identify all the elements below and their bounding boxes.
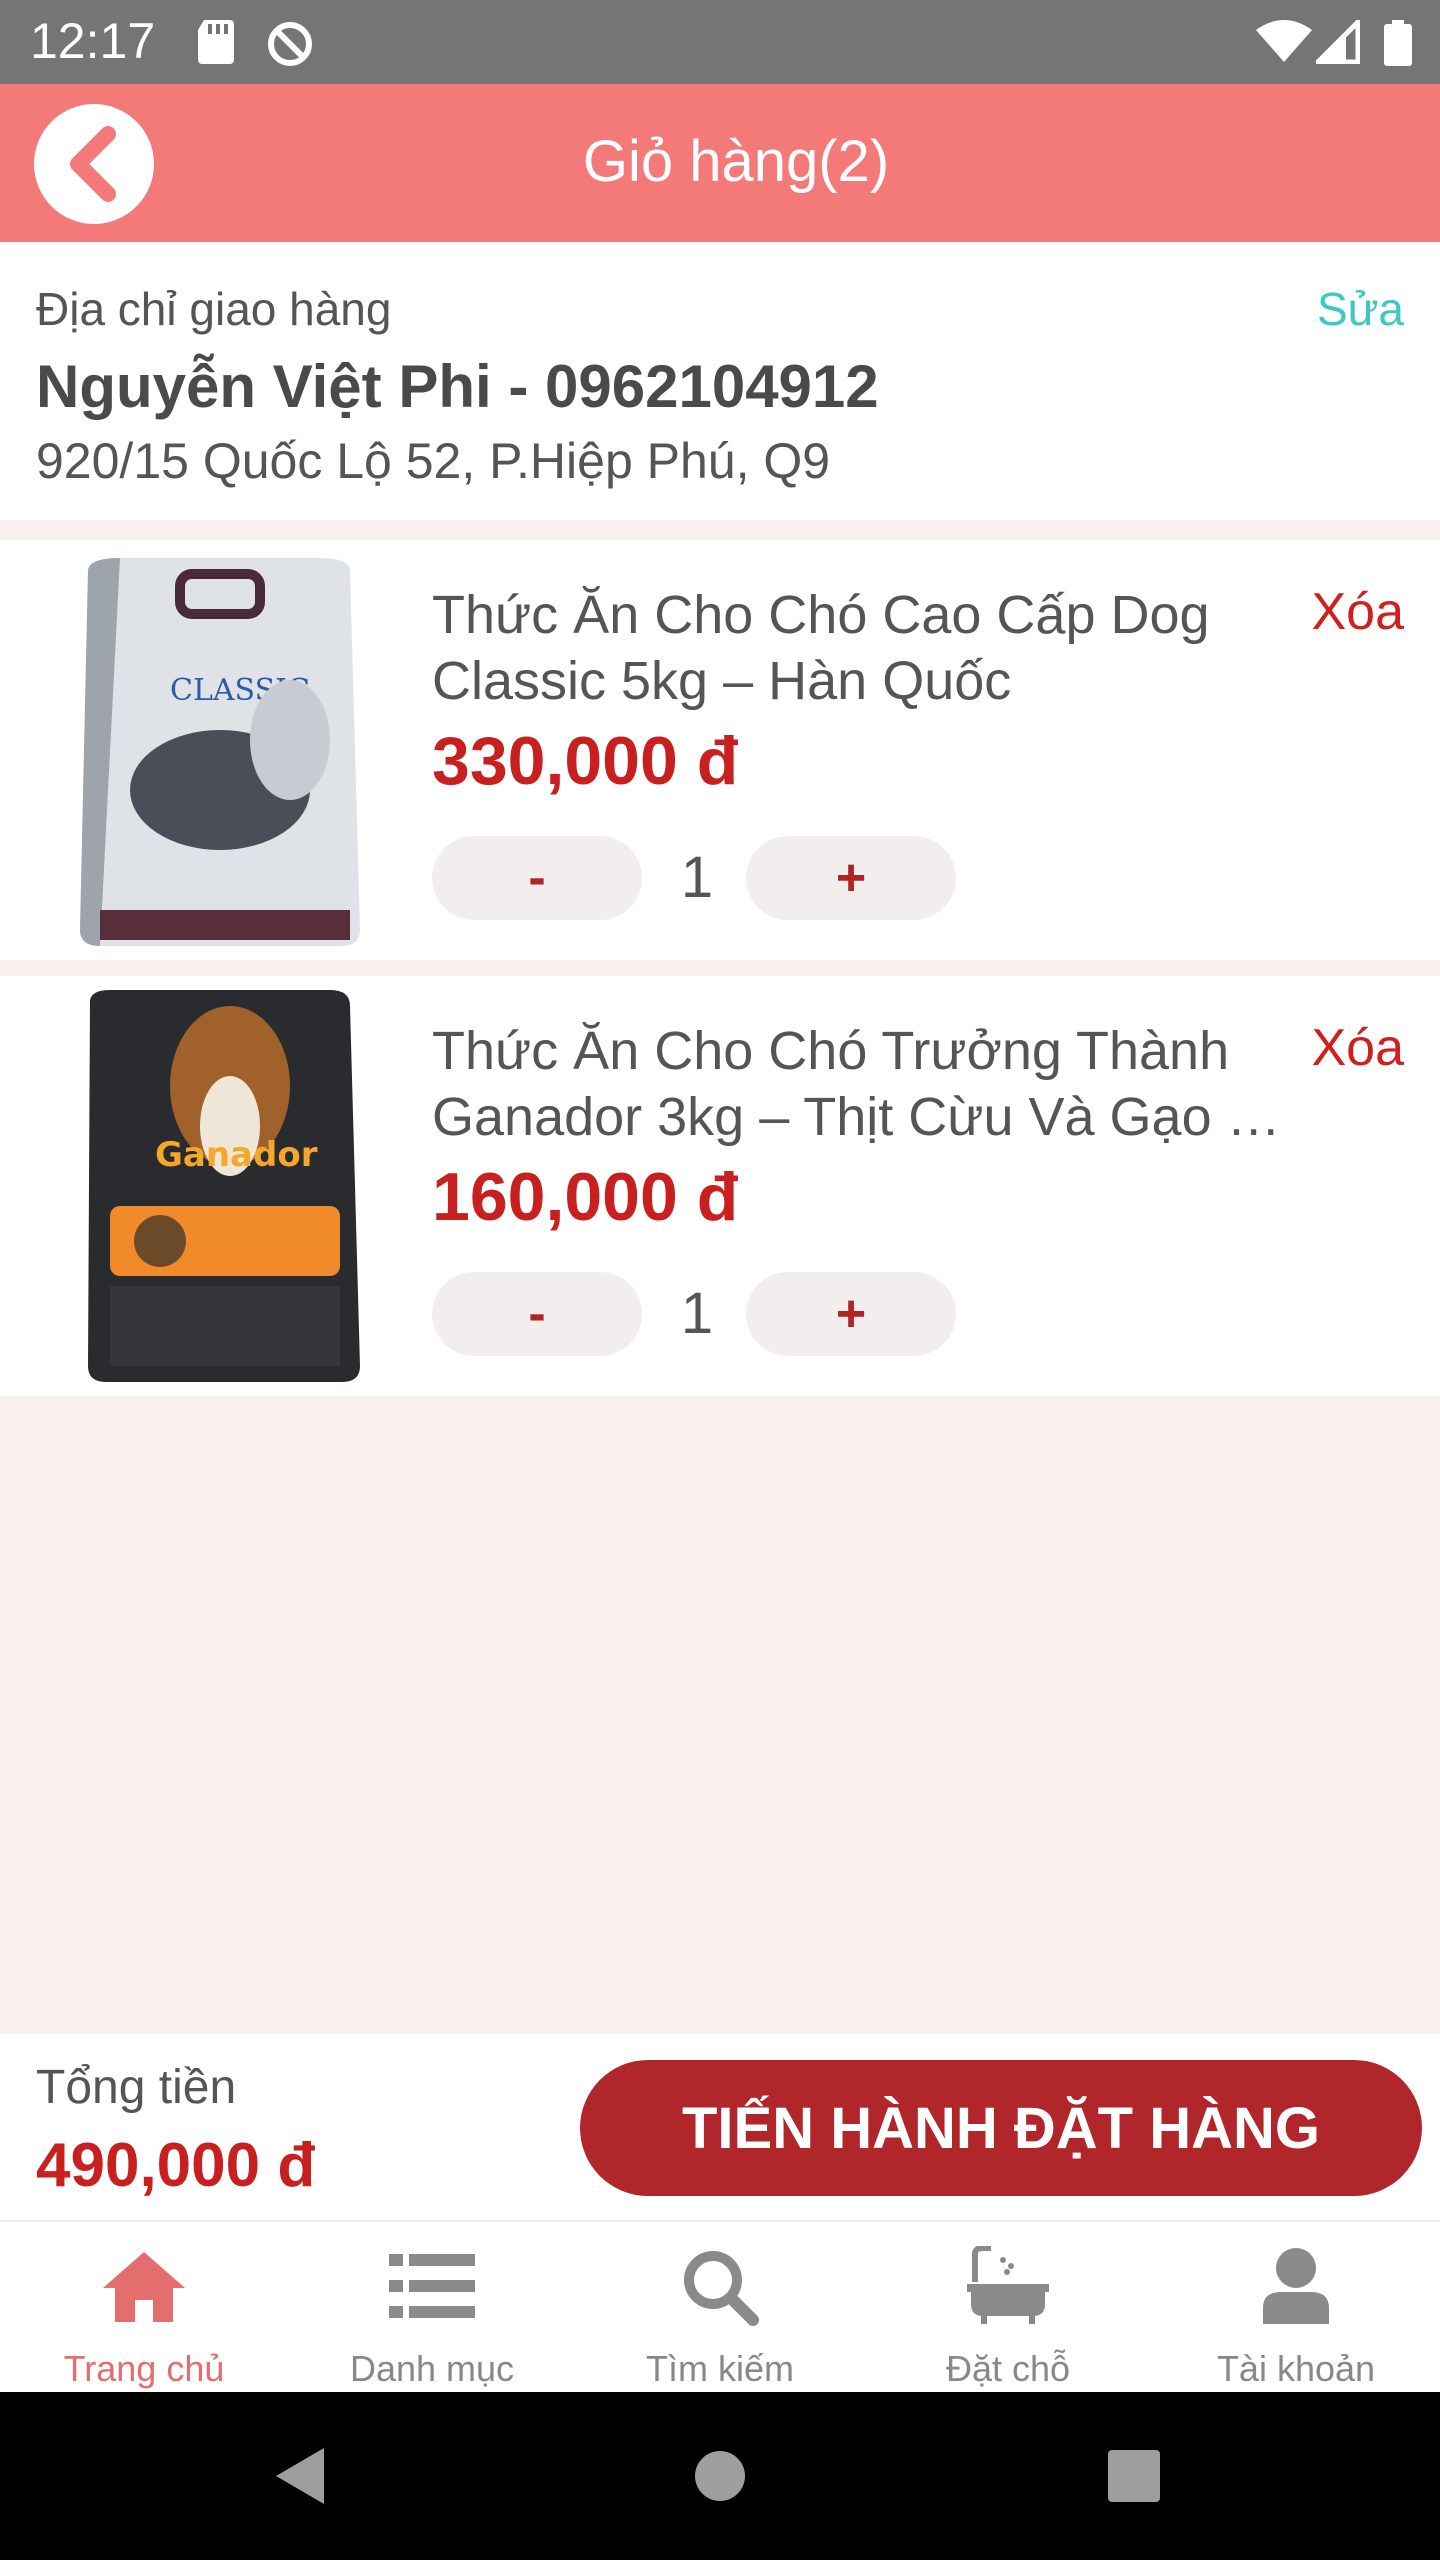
bottom-nav: Trang chủ Danh mục Tìm kiếm Đặt chỗ Tài …	[0, 2220, 1440, 2392]
nav-label: Danh mục	[349, 2348, 515, 2389]
cart-item: CLASSIC Thức Ăn Cho Chó Cao Cấp Dog Clas…	[0, 540, 1440, 960]
system-nav-bar	[0, 2392, 1440, 2560]
nav-item-account[interactable]: Tài khoản	[1152, 2222, 1440, 2394]
status-time: 12:17	[30, 13, 156, 69]
decrease-quantity-button[interactable]: -	[432, 1272, 642, 1356]
product-name-line: Thức Ăn Cho Chó Trưởng Thành	[432, 1021, 1230, 1081]
wifi-icon	[1256, 20, 1312, 62]
order-summary-bar: Tổng tiền 490,000 đ TIẾN HÀNH ĐẶT HÀNG	[0, 2034, 1440, 2220]
delete-item-button[interactable]: Xóa	[1311, 582, 1404, 642]
total-value: 490,000 đ	[36, 2131, 316, 2200]
address-line: 920/15 Quốc Lộ 52, P.Hiệp Phú, Q9	[36, 433, 831, 489]
nav-label: Tài khoản	[1216, 2348, 1376, 2389]
user-icon	[1263, 2248, 1329, 2324]
shipping-address: Địa chỉ giao hàng Sửa Nguyễn Việt Phi - …	[0, 242, 1440, 520]
app-header: Giỏ hàng(2)	[0, 84, 1440, 242]
page-title: Giỏ hàng(2)	[582, 129, 890, 194]
cart-item: Ganador Thức Ăn Cho Chó Trưởng Thành Gan…	[0, 976, 1440, 1396]
status-bar: 12:17	[0, 0, 1440, 84]
nav-label: Trang chủ	[63, 2348, 225, 2389]
decrease-quantity-button[interactable]: -	[432, 836, 642, 920]
product-name-line: Ganador 3kg – Thịt Cừu Và Gạo …	[432, 1087, 1281, 1147]
delete-item-button[interactable]: Xóa	[1311, 1018, 1404, 1078]
home-circle-icon[interactable]	[694, 2450, 746, 2502]
nav-label: Đặt chỗ	[945, 2348, 1071, 2389]
product-image-ganador[interactable]: Ganador	[60, 986, 380, 1386]
recents-square-icon[interactable]	[1108, 2450, 1160, 2502]
sd-card-icon	[198, 20, 234, 64]
svg-text:Ganador: Ganador	[155, 1135, 318, 1175]
back-triangle-icon[interactable]	[272, 2446, 328, 2506]
product-price: 160,000 đ	[432, 1159, 739, 1235]
increase-quantity-button[interactable]: +	[746, 836, 956, 920]
sync-disabled-icon	[268, 22, 312, 66]
nav-item-booking[interactable]: Đặt chỗ	[864, 2222, 1152, 2394]
product-name[interactable]: Thức Ăn Cho Chó Trưởng Thành Ganador 3kg…	[432, 1018, 1282, 1150]
product-image-dog-classic[interactable]: CLASSIC	[60, 550, 380, 950]
recipient-name-phone: Nguyễn Việt Phi - 0962104912	[36, 353, 879, 420]
product-name-line: Thức Ăn Cho Chó Cao Cấp Dog	[432, 585, 1210, 645]
address-label: Địa chỉ giao hàng	[36, 283, 392, 335]
increase-quantity-button[interactable]: +	[746, 1272, 956, 1356]
bathtub-icon	[967, 2246, 1049, 2324]
signal-icon	[1316, 20, 1360, 64]
total-label: Tổng tiền	[36, 2061, 237, 2114]
checkout-button[interactable]: TIẾN HÀNH ĐẶT HÀNG	[580, 2060, 1422, 2196]
battery-icon	[1384, 20, 1412, 66]
list-icon	[389, 2254, 475, 2318]
edit-address-link[interactable]: Sửa	[1317, 282, 1404, 336]
product-name[interactable]: Thức Ăn Cho Chó Cao Cấp Dog Classic 5kg …	[432, 582, 1282, 714]
quantity-value: 1	[680, 1281, 714, 1346]
product-name-line: Classic 5kg – Hàn Quốc	[432, 651, 1012, 711]
search-icon	[684, 2251, 759, 2326]
home-icon	[103, 2252, 185, 2322]
product-price: 330,000 đ	[432, 723, 739, 799]
nav-item-categories[interactable]: Danh mục	[288, 2222, 576, 2394]
nav-label: Tìm kiếm	[646, 2348, 794, 2389]
nav-item-search[interactable]: Tìm kiếm	[576, 2222, 864, 2394]
nav-item-home[interactable]: Trang chủ	[0, 2222, 288, 2394]
quantity-value: 1	[680, 845, 714, 910]
